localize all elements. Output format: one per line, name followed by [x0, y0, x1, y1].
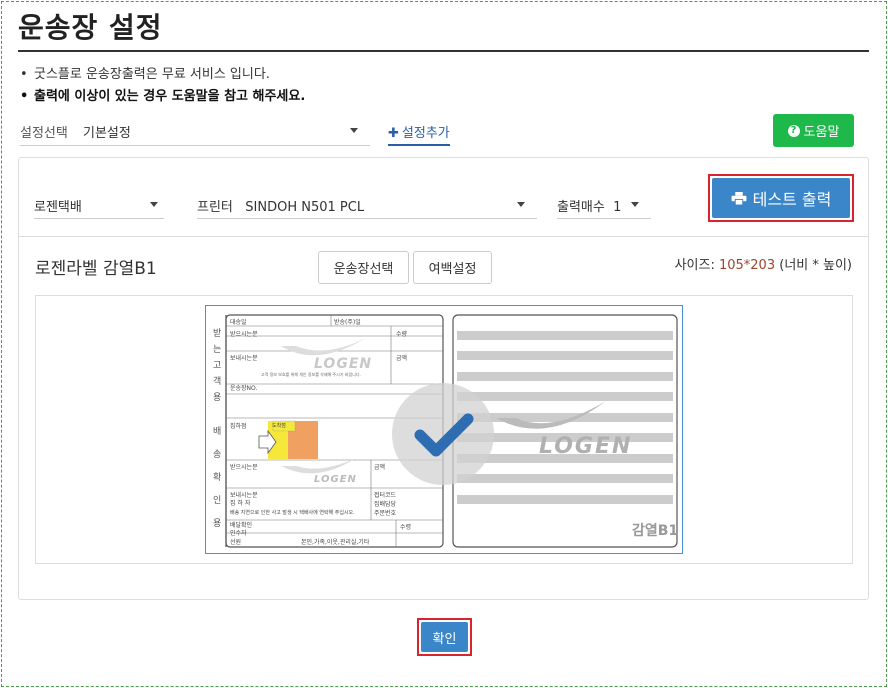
- confirm-button[interactable]: 확인: [417, 618, 472, 656]
- settings-select[interactable]: 설정선택 기본설정: [20, 116, 370, 146]
- printer-select[interactable]: 프린터 SINDOH N501 PCL: [197, 189, 537, 219]
- plus-icon: ✚: [388, 126, 399, 141]
- confirm-button-label: 확인: [421, 622, 468, 652]
- printer-value: SINDOH N501 PCL: [245, 200, 365, 215]
- test-print-label: 테스트 출력: [752, 190, 832, 209]
- logen-logo: LOGEN: [539, 434, 633, 459]
- help-button[interactable]: ? 도움말: [773, 114, 854, 147]
- label-size-info: 사이즈: 105*203 (너비 * 높이): [675, 254, 852, 273]
- copies-select[interactable]: 출력매수 1: [557, 189, 651, 219]
- waybill-field: 운송장NO.: [230, 385, 258, 392]
- logen-logo: LOGEN: [314, 474, 357, 485]
- checkmark-icon: [414, 413, 474, 457]
- notice-item: • 출력에 이상이 있는 경우 도움말을 참고 해주세요.: [20, 89, 306, 104]
- waybill-field: 대송일: [230, 319, 247, 326]
- caret-down-icon: [631, 202, 639, 207]
- test-print-button-face: 테스트 출력: [712, 178, 850, 218]
- add-setting-link[interactable]: ✚ 설정추가: [388, 116, 450, 146]
- help-button-label: 도움말: [803, 125, 840, 140]
- waybill-field: 받으시는분: [230, 464, 258, 471]
- notice-item: • 굿스플로 운송장출력은 무료 서비스 입니다.: [20, 67, 270, 82]
- title-divider: [18, 50, 869, 52]
- caret-down-icon: [150, 202, 158, 207]
- waybill-field: 접터코드: [374, 492, 397, 499]
- printer-label: 프린터: [197, 200, 233, 215]
- label-type-name: 로젠라벨 감열B1: [35, 259, 157, 279]
- size-prefix: 사이즈:: [674, 258, 719, 273]
- waybill-side-label: 받는고객용: [213, 329, 222, 403]
- selected-check-overlay: [392, 383, 494, 485]
- waybill-field: 보내시는분: [230, 355, 258, 362]
- waybill-field: 선원: [230, 539, 242, 546]
- caret-down-icon: [517, 202, 525, 207]
- page-title: 운송장 설정: [18, 11, 163, 44]
- waybill-side-label: 배송확인용: [213, 427, 222, 529]
- margin-setting-button[interactable]: 여백설정: [413, 251, 492, 284]
- waybill-field: 도착점: [272, 423, 286, 429]
- carrier-select[interactable]: 로젠택배: [34, 189, 164, 219]
- waybill-field: 금액: [396, 355, 408, 362]
- panel-divider: [19, 236, 868, 237]
- printer-icon: [731, 191, 747, 205]
- waybill-field: 집 하 자: [230, 500, 251, 507]
- test-print-button[interactable]: 테스트 출력: [708, 174, 854, 222]
- thermal-tag: 감열B1: [632, 523, 679, 539]
- waybill-field: 금액: [374, 464, 386, 471]
- size-suffix: (너비 * 높이): [775, 258, 852, 273]
- notice-list: • 굿스플로 운송장출력은 무료 서비스 입니다. • 출력에 이상이 있는 경우 …: [20, 64, 305, 108]
- copies-select-text: 출력매수 1: [557, 196, 621, 215]
- add-setting-label: 설정추가: [401, 126, 450, 141]
- waybill-field: 수령: [400, 524, 412, 531]
- carrier-select-value: 로젠택배: [34, 200, 82, 215]
- printer-select-text: 프린터 SINDOH N501 PCL: [197, 196, 364, 215]
- settings-select-value: 기본설정: [83, 126, 131, 141]
- question-circle-icon: ?: [787, 124, 800, 137]
- notice-text: 출력에 이상이 있는 경우 도움말을 참고 해주세요.: [34, 89, 306, 104]
- waybill-field: 집하점: [230, 423, 247, 430]
- waybill-field: 주문번호: [374, 510, 397, 517]
- copies-label: 출력매수: [557, 200, 605, 215]
- waybill-field: 인수자: [230, 530, 247, 537]
- waybill-field: 받송(주)일: [334, 319, 361, 326]
- caret-down-icon: [350, 128, 358, 133]
- waybill-field: 본인,가족,이웃,관리실,기타: [301, 539, 370, 546]
- copies-value: 1: [613, 200, 622, 215]
- waybill-note: 고객 정보 보호를 위해 개인 정보를 삭제해 주시기 바랍니다.: [261, 372, 361, 377]
- waybill-note: 배송 지연으로 인한 사고 발생 시 택배사에 연락해 주십시오.: [230, 510, 355, 516]
- select-waybill-button[interactable]: 운송장선택: [318, 251, 409, 284]
- waybill-field: 받으시는분: [230, 331, 258, 338]
- waybill-field: 수량: [396, 331, 408, 338]
- notice-text: 굿스플로 운송장출력은 무료 서비스 입니다.: [34, 67, 270, 82]
- logen-logo: LOGEN: [314, 356, 373, 372]
- size-value: 105*203: [718, 258, 776, 273]
- settings-select-label: 설정선택: [20, 126, 68, 141]
- waybill-field: 집배담당: [374, 501, 397, 508]
